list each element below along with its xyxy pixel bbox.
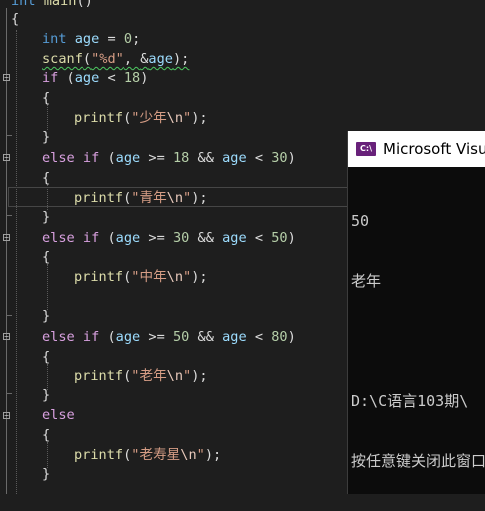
code-line[interactable]: scanf("%d", &age); (42, 49, 189, 69)
code-line[interactable]: printf("少年\n"); (74, 108, 208, 128)
code-line[interactable]: int main() (11, 0, 93, 11)
outline-end (6, 315, 12, 316)
code-line[interactable]: { (42, 168, 50, 188)
outline-line (6, 81, 7, 135)
code-line[interactable]: else (42, 405, 75, 425)
code-line[interactable]: { (42, 425, 50, 445)
outline-end (6, 393, 12, 394)
console-line: 老年 (351, 272, 382, 290)
code-line[interactable]: } (42, 385, 50, 405)
code-line[interactable]: } (42, 464, 50, 484)
collapse-if-icon[interactable] (3, 74, 10, 81)
indent-guide (16, 30, 17, 494)
debug-console-window[interactable]: C:\ Microsoft Visual Studio 调试控制台 50 老年 … (347, 131, 485, 494)
code-line[interactable]: } (42, 207, 50, 227)
code-line[interactable]: { (11, 9, 19, 29)
code-line[interactable]: } (42, 306, 50, 326)
console-title-bar[interactable]: C:\ Microsoft Visual Studio 调试控制台 (348, 131, 485, 167)
collapse-else-icon[interactable] (3, 412, 10, 419)
vs-console-icon: C:\ (356, 142, 376, 156)
collapse-else-if-icon[interactable] (3, 154, 10, 161)
console-title: Microsoft Visual Studio 调试控制台 (383, 140, 485, 158)
code-line[interactable]: else if (age >= 50 && age < 80) (42, 327, 296, 347)
code-line[interactable]: printf("青年\n"); (74, 188, 208, 208)
collapse-else-if-icon[interactable] (3, 333, 10, 340)
outline-end (6, 215, 12, 216)
code-line[interactable]: else if (age >= 30 && age < 50) (42, 228, 296, 248)
console-line: 50 (351, 212, 370, 230)
code-line[interactable]: else if (age >= 18 && age < 30) (42, 148, 296, 168)
code-line[interactable]: } (42, 127, 50, 147)
console-line: 按任意键关闭此窗口 (351, 452, 485, 470)
code-line[interactable]: { (42, 88, 50, 108)
console-line: D:\C语言103期\ (351, 392, 469, 410)
code-line[interactable]: { (42, 347, 50, 367)
code-line[interactable]: int age = 0; (42, 29, 140, 49)
code-line[interactable]: if (age < 18) (42, 68, 148, 88)
collapse-else-if-icon[interactable] (3, 234, 10, 241)
indent-guide (47, 264, 48, 310)
console-output[interactable]: 50 老年 D:\C语言103期\ 按任意键关闭此窗口 (351, 171, 485, 511)
code-line[interactable]: { (42, 247, 50, 267)
code-line[interactable]: printf("中年\n"); (74, 267, 208, 287)
code-line[interactable]: printf("老寿星\n"); (74, 445, 221, 465)
outline-end (6, 135, 12, 136)
code-line[interactable]: printf("老年\n"); (74, 366, 208, 386)
